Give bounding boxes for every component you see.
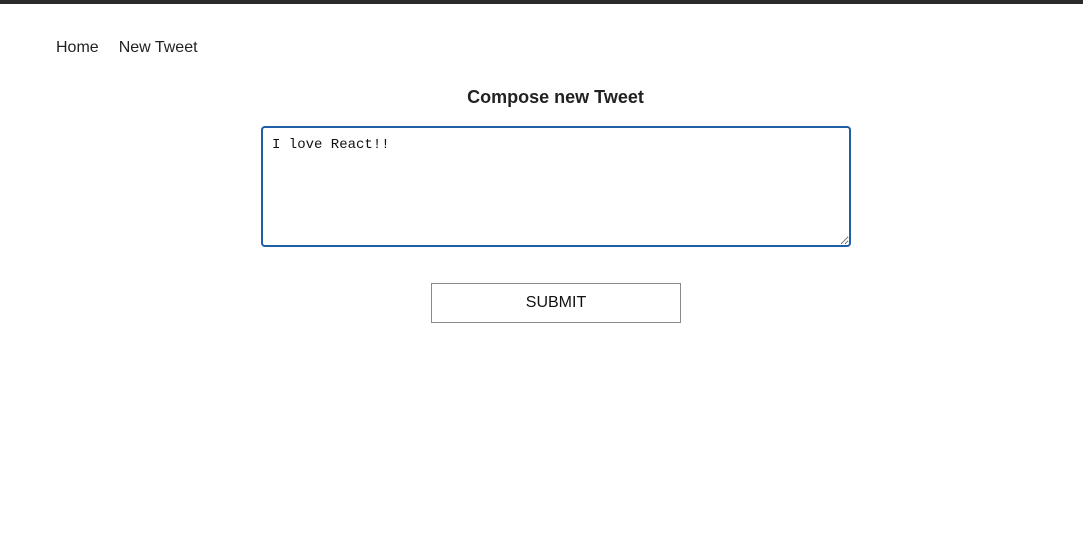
- page-title: Compose new Tweet: [467, 87, 644, 107]
- main-nav: Home New Tweet: [56, 38, 198, 58]
- submit-button[interactable]: SUBMIT: [431, 283, 681, 323]
- nav-link-home[interactable]: Home: [56, 38, 99, 58]
- nav-link-new-tweet[interactable]: New Tweet: [119, 38, 198, 58]
- top-bar: [0, 0, 1083, 4]
- tweet-textarea[interactable]: I love React!!: [261, 126, 851, 247]
